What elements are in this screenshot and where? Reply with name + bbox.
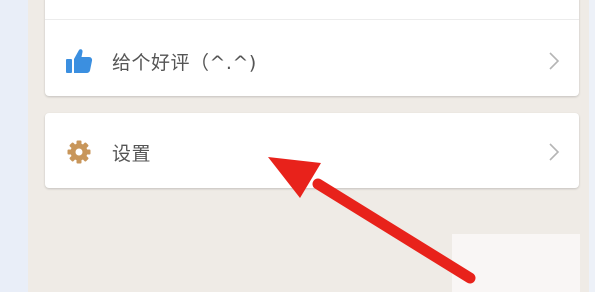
menu-card-top: 给个好评（^.^)	[45, 0, 579, 96]
right-background-strip	[589, 0, 595, 292]
thumbs-up-icon	[65, 47, 93, 75]
divider	[45, 19, 579, 20]
settings-label: 设置	[112, 142, 152, 165]
chevron-right-icon	[549, 52, 560, 70]
chevron-right-icon	[549, 143, 560, 161]
rate-app-label: 给个好评（^.^)	[112, 51, 257, 74]
gear-icon	[65, 138, 93, 166]
menu-card-settings: 设置	[45, 113, 579, 188]
rate-app-item[interactable]: 给个好评（^.^)	[45, 26, 579, 96]
left-background-strip	[0, 0, 28, 292]
watermark-blur	[452, 234, 580, 292]
settings-item[interactable]: 设置	[45, 117, 579, 187]
